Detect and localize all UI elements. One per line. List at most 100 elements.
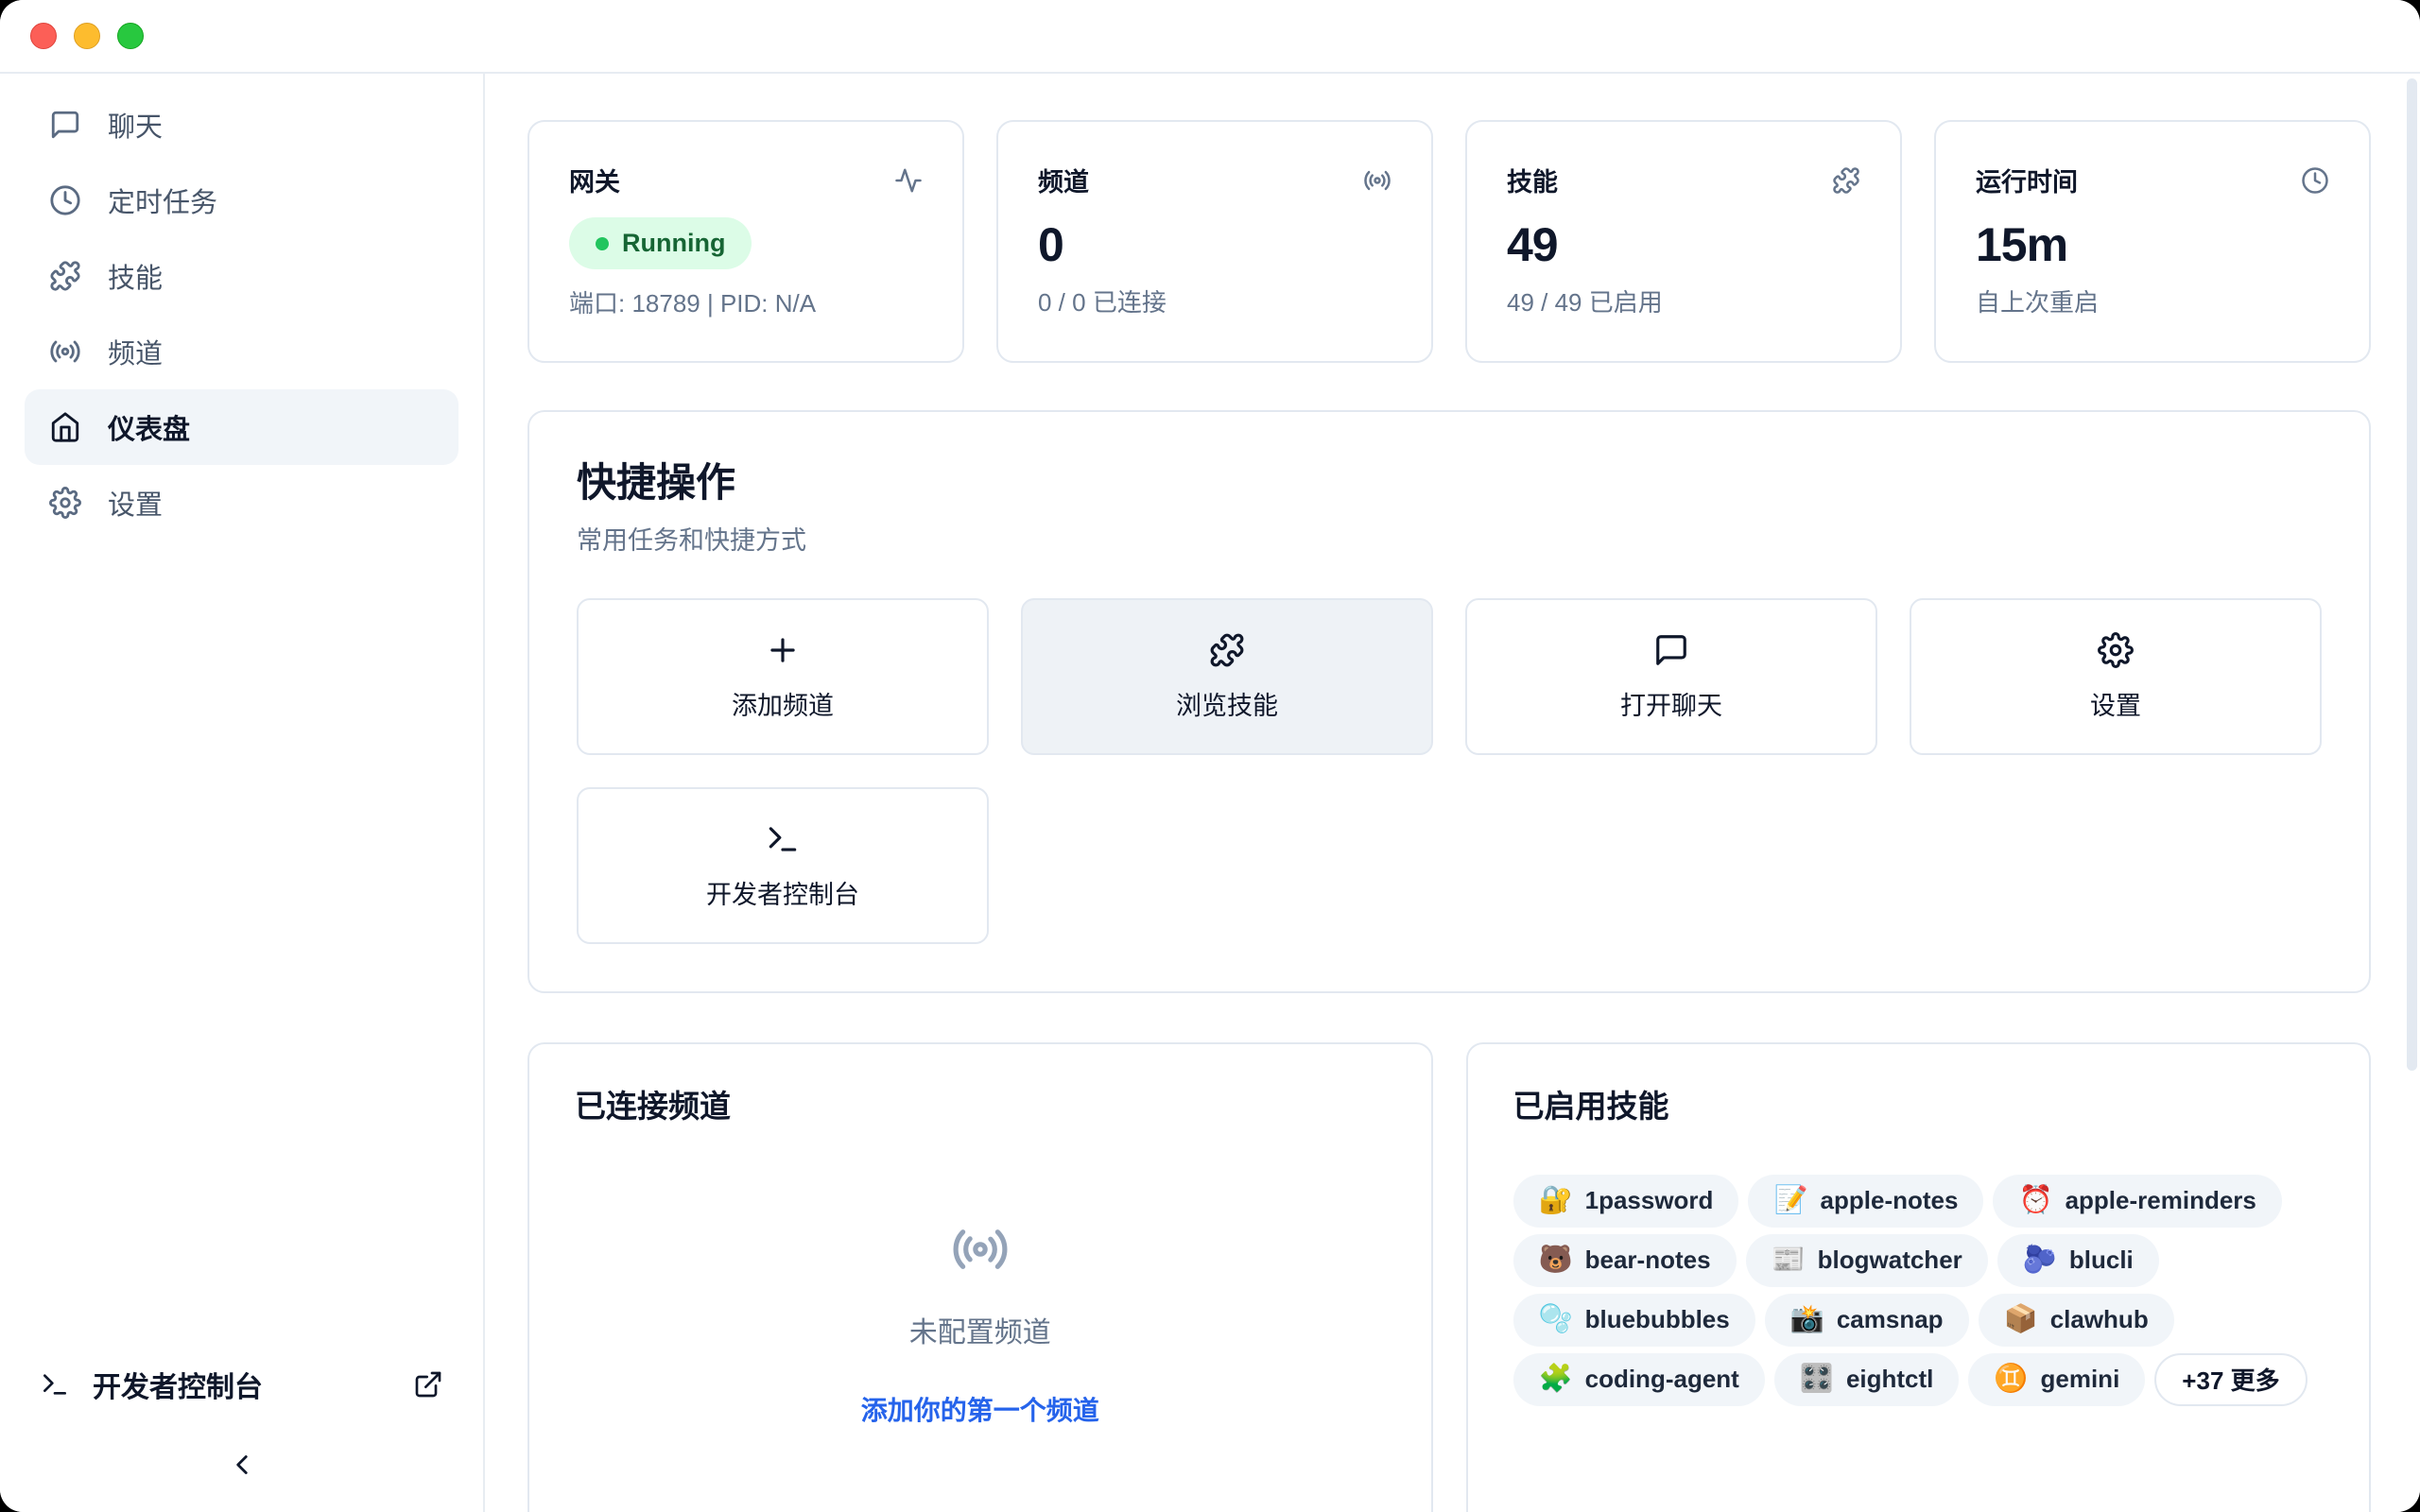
clock-icon (49, 184, 81, 216)
sidebar-item-skills[interactable]: 技能 (25, 238, 458, 314)
chat-icon (49, 109, 81, 141)
close-window-button[interactable] (30, 23, 57, 49)
add-first-channel-link[interactable]: 添加你的第一个频道 (861, 1390, 1099, 1428)
zoom-window-button[interactable] (117, 23, 144, 49)
skill-emoji: ♊️ (1994, 1366, 2028, 1393)
skill-name: blucli (2069, 1246, 2134, 1275)
quick-action-settings-button[interactable]: 设置 (1910, 598, 2322, 755)
bottom-grid: 已连接频道 未配置频道 添加你的第一个频道 已启用技能 🔐 1password 📝 a… (527, 1042, 2371, 1512)
stat-detail: 端口: 18789 | PID: N/A (569, 284, 923, 319)
skill-emoji: ⏰ (2018, 1187, 2052, 1214)
skill-emoji: 📸 (1790, 1306, 1824, 1333)
status-dot (596, 237, 609, 250)
quick-action-dev-console-button[interactable]: 开发者控制台 (577, 787, 989, 944)
minimize-window-button[interactable] (74, 23, 100, 49)
connected-channels-panel: 已连接频道 未配置频道 添加你的第一个频道 (527, 1042, 1433, 1512)
sidebar-item-label: 技能 (108, 256, 163, 296)
skill-badge-bear-notes: 🐻bear-notes (1513, 1234, 1737, 1287)
puzzle-icon (1832, 166, 1860, 195)
stat-card-channels: 频道 0 0 / 0 已连接 (996, 120, 1433, 363)
sidebar-footer: 开发者控制台 (25, 1353, 458, 1487)
skill-badge-bluebubbles: 🫧 bluebubbles (1513, 1294, 1755, 1347)
sidebar-item-label: 定时任务 (108, 180, 217, 220)
skill-name: eightctl (1846, 1365, 1933, 1394)
stat-value: 0 (1038, 221, 1392, 268)
stats-row: 网关Running端口: 18789 | PID: N/A频道00 / 0 已连… (527, 120, 2371, 363)
stat-title: 运行时间 (1976, 162, 2078, 198)
sidebar-item-dashboard[interactable]: 仪表盘 (25, 389, 458, 465)
skills-more-badge[interactable]: +37 更多 (2154, 1353, 2307, 1406)
channels-empty-state: 未配置频道 添加你的第一个频道 (575, 1220, 1386, 1428)
skill-name: coding-agent (1585, 1365, 1739, 1394)
terminal-icon (40, 1369, 70, 1400)
sidebar-item-channels[interactable]: 频道 (25, 314, 458, 389)
sidebar-dev-console-button[interactable]: 开发者控制台 (25, 1353, 458, 1416)
main-content: 网关Running端口: 18789 | PID: N/A频道00 / 0 已连… (485, 74, 2420, 1512)
skill-badge-coding-agent: 🧩 coding-agent (1513, 1353, 1765, 1406)
skill-name: bluebubbles (1585, 1305, 1730, 1334)
stat-title: 技能 (1507, 162, 1558, 198)
stat-detail: 49 / 49 已启用 (1507, 284, 1860, 318)
stat-card-uptime: 运行时间 15m 自上次重启 (1934, 120, 2371, 363)
skill-name: apple-reminders (2066, 1186, 2256, 1215)
window-content: 聊天定时任务技能频道仪表盘设置 开发者控制台 网关Running端口: 1878… (0, 74, 2420, 1512)
gateway-status-badge: Running (569, 217, 752, 269)
sidebar-collapse-button[interactable] (219, 1442, 265, 1487)
radio-icon (49, 335, 81, 368)
skill-name: gemini (2041, 1365, 2120, 1394)
skill-name: camsnap (1837, 1305, 1944, 1334)
sidebar-item-label: 频道 (108, 332, 163, 371)
sidebar-item-scheduled-tasks[interactable]: 定时任务 (25, 163, 458, 238)
quick-action-browse-skills-button[interactable]: 浏览技能 (1021, 598, 1433, 755)
enabled-skills-title: 已启用技能 (1513, 1088, 2325, 1125)
sidebar-nav: 聊天定时任务技能频道仪表盘设置 (25, 87, 458, 541)
skill-emoji: 🫧 (1539, 1306, 1573, 1333)
enabled-skills-panel: 已启用技能 🔐1password📝apple-notes⏰apple-remin… (1466, 1042, 2372, 1512)
stat-detail: 自上次重启 (1976, 284, 2329, 318)
quick-actions-panel: 快捷操作 常用任务和快捷方式 添加频道浏览技能打开聊天设置开发者控制台 (527, 410, 2371, 993)
dev-console-label: 开发者控制台 (93, 1364, 263, 1405)
activity-icon (894, 166, 923, 195)
skills-badge-list: 🔐1password📝apple-notes⏰apple-reminders🐻b… (1513, 1175, 2325, 1406)
quick-action-add-channel-button[interactable]: 添加频道 (577, 598, 989, 755)
skill-name: 1password (1585, 1186, 1714, 1215)
scrollbar-thumb[interactable] (2407, 78, 2417, 1071)
sidebar-item-label: 仪表盘 (108, 407, 190, 447)
skill-badge-eightctl: 🎛️eightctl (1774, 1353, 1960, 1406)
puzzle-icon (1209, 632, 1245, 668)
home-icon (49, 411, 81, 443)
quick-actions-grid: 添加频道 浏览技能打开聊天 设置开发者控制台 (577, 598, 2322, 944)
skill-emoji: 🐻 (1539, 1246, 1573, 1274)
quick-action-label: 设置 (2090, 685, 2141, 722)
chevron-left-icon (226, 1449, 258, 1481)
skill-badge-1password: 🔐 1password (1513, 1175, 1739, 1228)
stat-value: 15m (1976, 221, 2329, 268)
radio-icon (951, 1220, 1010, 1279)
sidebar-item-chat[interactable]: 聊天 (25, 87, 458, 163)
stat-card-skills: 技能 49 49 / 49 已启用 (1465, 120, 1902, 363)
chat-icon (1653, 632, 1689, 668)
skill-emoji: 🫐 (2023, 1246, 2057, 1274)
skill-badge-clawhub: 📦clawhub (1979, 1294, 2174, 1347)
plus-icon (765, 632, 801, 668)
sidebar-item-settings[interactable]: 设置 (25, 465, 458, 541)
titlebar (0, 0, 2420, 74)
stat-title: 频道 (1038, 162, 1089, 198)
stat-value: 49 (1507, 221, 1860, 268)
skill-badge-camsnap: 📸 camsnap (1765, 1294, 1969, 1347)
skill-emoji: 📝 (1773, 1187, 1807, 1214)
quick-action-open-chat-button[interactable]: 打开聊天 (1465, 598, 1877, 755)
quick-action-label: 打开聊天 (1620, 685, 1722, 722)
clock-icon (2301, 166, 2329, 195)
skill-emoji: 🔐 (1539, 1187, 1573, 1214)
quick-action-label: 添加频道 (732, 685, 834, 722)
stat-detail: 0 / 0 已连接 (1038, 284, 1392, 318)
skill-badge-apple-reminders: ⏰ apple-reminders (1993, 1175, 2281, 1228)
external-link-icon (413, 1369, 443, 1400)
skill-emoji: 🧩 (1539, 1366, 1573, 1393)
quick-actions-subtitle: 常用任务和快捷方式 (577, 520, 2322, 557)
channels-empty-text: 未配置频道 (909, 1309, 1051, 1350)
skill-emoji: 📰 (1772, 1246, 1806, 1274)
skill-badge-gemini: ♊️ gemini (1968, 1353, 2145, 1406)
connected-channels-title: 已连接频道 (575, 1088, 1386, 1125)
